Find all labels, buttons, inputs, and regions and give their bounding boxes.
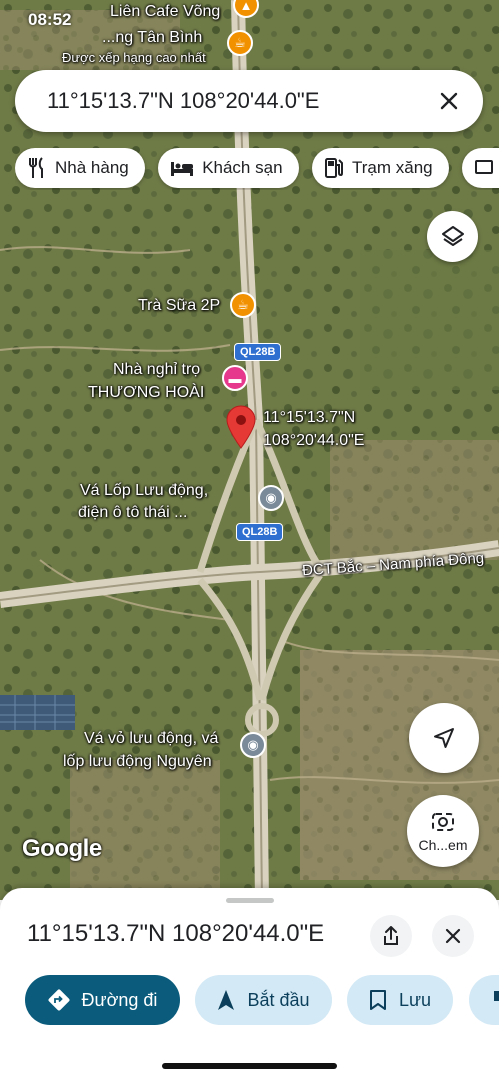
start-button[interactable]: Bắt đầu	[195, 975, 332, 1025]
shopping-icon	[474, 158, 494, 178]
cafe-icon[interactable]: ☕	[227, 30, 253, 56]
cafe-icon[interactable]: ☕	[230, 292, 256, 318]
label-button[interactable]	[468, 975, 499, 1025]
hotel-icon	[170, 159, 194, 177]
place-title: 11°15'13.7"N 108°20'44.0"E	[27, 920, 325, 947]
poi-label[interactable]: Vá Lốp Lưu động,	[80, 481, 208, 501]
camera-search-icon	[432, 813, 454, 831]
chip-hotels[interactable]: Khách sạn	[158, 148, 299, 188]
poi-label[interactable]: điện ô tô thái ...	[78, 503, 187, 523]
chip-more[interactable]	[462, 148, 499, 188]
action-label: Bắt đầu	[247, 989, 310, 1010]
hotel-icon[interactable]: ▬	[222, 365, 248, 391]
share-icon	[384, 926, 398, 945]
poi-label[interactable]: Liên Cafe Võng	[110, 2, 220, 22]
chip-label: Khách sạn	[202, 158, 283, 177]
pin-coordinate-label: 11°15'13.7"N	[263, 409, 356, 426]
poi-label[interactable]: ...ng Tân Bình	[102, 28, 202, 48]
navigation-arrow-icon	[434, 728, 454, 748]
chip-gas-stations[interactable]: Trạm xăng	[311, 148, 449, 188]
close-icon[interactable]	[433, 85, 465, 117]
chip-label: Nhà hàng	[55, 158, 129, 177]
service-pin-icon[interactable]: ◉	[240, 732, 266, 758]
poi-label[interactable]: Trà Sữa 2P	[138, 296, 220, 316]
layers-button[interactable]	[427, 211, 478, 262]
bookmark-icon	[369, 989, 387, 1011]
poi-label[interactable]: Nhà nghỉ trọ	[113, 360, 200, 380]
close-icon	[445, 928, 461, 944]
poi-label[interactable]: lốp lưu động Nguyên	[63, 752, 212, 772]
directions-button[interactable]: Đường đi	[25, 975, 180, 1025]
search-input[interactable]: 11°15'13.7"N 108°20'44.0"E	[47, 88, 433, 114]
home-indicator[interactable]	[162, 1063, 337, 1069]
road-shield: QL28B	[234, 343, 282, 361]
restaurant-icon	[27, 157, 47, 179]
poi-label[interactable]: Vá vỏ lưu động, vá	[84, 729, 218, 749]
sheet-close-button[interactable]	[432, 915, 474, 957]
search-bar[interactable]: 11°15'13.7"N 108°20'44.0"E	[15, 70, 483, 132]
chip-restaurants[interactable]: Nhà hàng	[15, 148, 145, 188]
sheet-drag-handle[interactable]	[226, 898, 274, 903]
my-location-button[interactable]	[409, 703, 479, 773]
chip-label: Trạm xăng	[351, 158, 433, 177]
search-image-label: Ch...em	[418, 837, 468, 853]
dropped-pin-icon[interactable]	[226, 405, 256, 449]
pin-coordinate-label: 108°20'44.0"E	[263, 432, 365, 449]
category-chips: Nhà hàng Khách sạn Trạm xăng	[15, 148, 499, 190]
action-label: Lưu	[398, 989, 432, 1010]
status-bar-time: 08:52	[28, 10, 72, 29]
gas-station-icon	[324, 157, 344, 179]
flag-icon	[491, 989, 499, 1011]
layers-icon	[441, 225, 464, 246]
share-button[interactable]	[370, 915, 412, 957]
navigation-icon	[217, 989, 235, 1011]
poi-rating-label: Được xếp hạng cao nhất	[62, 50, 206, 65]
road-shield: QL28B	[236, 523, 284, 541]
service-pin-icon[interactable]: ◉	[258, 485, 284, 511]
action-buttons: Đường đi Bắt đầu Lưu	[25, 975, 499, 1027]
action-label: Đường đi	[81, 989, 158, 1010]
directions-icon	[48, 989, 70, 1011]
poi-label[interactable]: THƯƠNG HOÀI	[88, 383, 204, 403]
save-button[interactable]: Lưu	[346, 975, 454, 1025]
google-logo: Google	[22, 835, 102, 862]
search-image-button[interactable]: Ch...em	[407, 795, 479, 867]
